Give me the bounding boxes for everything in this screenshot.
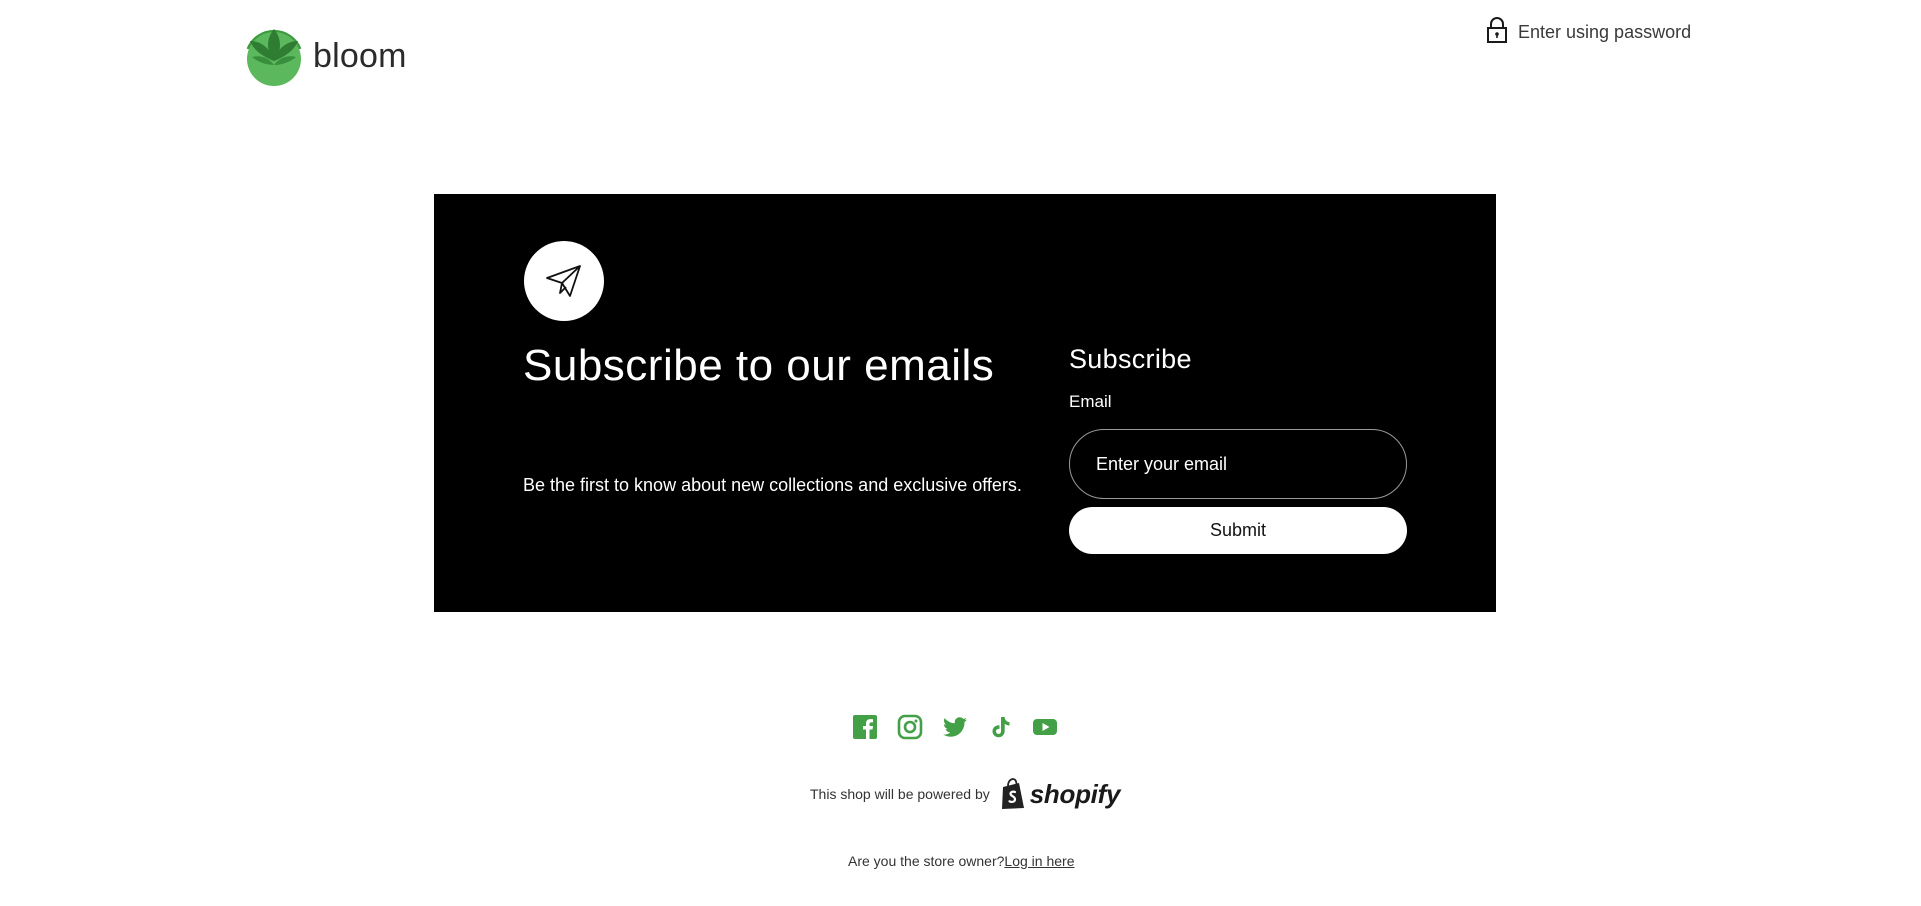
login-link[interactable]: Log in here bbox=[1004, 853, 1074, 869]
facebook-icon[interactable] bbox=[852, 714, 878, 740]
shopify-wordmark: shopify bbox=[1029, 778, 1121, 809]
store-logo-link[interactable]: bloom bbox=[240, 17, 407, 87]
email-input[interactable] bbox=[1069, 429, 1407, 499]
store-logo-text: bloom bbox=[313, 36, 407, 75]
submit-button[interactable]: Submit bbox=[1069, 507, 1407, 554]
powered-by-text: This shop will be powered by bbox=[810, 786, 990, 802]
newsletter-heading: Subscribe to our emails bbox=[523, 341, 995, 390]
lotus-logo-icon bbox=[246, 29, 302, 86]
shopify-link[interactable]: shopify bbox=[999, 778, 1120, 810]
powered-by: This shop will be powered by shopify bbox=[810, 778, 1120, 810]
owner-question: Are you the store owner? bbox=[848, 853, 1005, 869]
twitter-icon[interactable] bbox=[942, 714, 968, 740]
newsletter-subtext: Be the first to know about new collectio… bbox=[523, 475, 1022, 495]
store-owner-line: Are you the store owner?Log in here bbox=[848, 853, 1074, 869]
subscribe-form-title: Subscribe bbox=[1069, 344, 1192, 374]
lock-icon bbox=[1487, 17, 1507, 43]
instagram-icon[interactable] bbox=[897, 714, 923, 740]
paper-plane-icon bbox=[524, 241, 604, 321]
social-links bbox=[852, 714, 1058, 740]
enter-password-link[interactable]: Enter using password bbox=[1486, 17, 1691, 43]
enter-password-label: Enter using password bbox=[1518, 21, 1692, 42]
youtube-icon[interactable] bbox=[1032, 714, 1058, 740]
tiktok-icon[interactable] bbox=[987, 714, 1013, 740]
shopify-bag-icon bbox=[1001, 778, 1024, 809]
email-label: Email bbox=[1069, 392, 1112, 411]
newsletter-section: Subscribe to our emails Be the first to … bbox=[434, 194, 1496, 612]
